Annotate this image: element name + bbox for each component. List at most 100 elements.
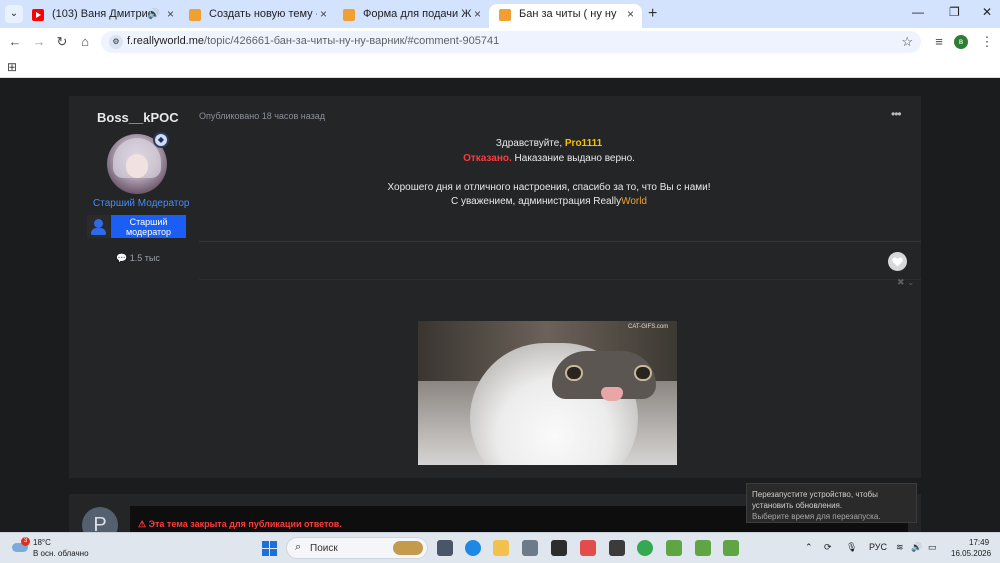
wifi-icon[interactable]: ≋ <box>896 542 904 553</box>
forum-page: Boss__kPOC ◆ Старший Модератор Старший м… <box>0 78 1000 532</box>
wish-line: Хорошего дня и отличного настроения, спа… <box>387 181 711 193</box>
volume-icon[interactable]: 🔊 <box>911 542 922 553</box>
reply-avatar[interactable]: P <box>82 507 118 532</box>
signature-world: World <box>621 196 647 207</box>
chrome-icon[interactable] <box>637 540 653 556</box>
edge-icon[interactable] <box>465 540 481 556</box>
tab-ban-topic[interactable]: Бан за читы ( ну ну + варник ) × <box>489 4 642 28</box>
clock-time[interactable]: 17:49 <box>969 538 989 547</box>
tab-create-topic[interactable]: Создать новую тему - ReallyW × <box>179 4 335 28</box>
reputation-value: 1.5 тыс <box>129 253 160 263</box>
tab-title: Бан за читы ( ну ну + варник ) <box>519 8 619 20</box>
verdict-text: Наказание выдано верно. <box>511 152 635 164</box>
search-icon: ⌕ <box>295 541 302 553</box>
post-menu-icon[interactable]: ••• <box>891 107 902 121</box>
url-text[interactable]: f.reallyworld.me/topic/426661-бан-за-чит… <box>127 35 499 47</box>
like-button[interactable] <box>888 252 907 271</box>
window-close-icon[interactable]: ✕ <box>982 5 992 19</box>
search-highlight-image <box>393 541 423 555</box>
home-icon[interactable]: ⌂ <box>76 33 94 51</box>
windows-start-icon[interactable] <box>262 541 277 556</box>
greeting-line: Здравствуйте, Pro1111 <box>199 137 899 152</box>
new-tab-plus-icon[interactable]: + <box>648 5 657 23</box>
tray-chevron-icon[interactable]: ⌃ <box>805 542 813 553</box>
weather-temperature[interactable]: 18°C <box>33 538 51 547</box>
greeting-text: Здравствуйте, <box>495 138 565 149</box>
clock-date[interactable]: 16.05.2026 <box>951 549 991 558</box>
input-language[interactable]: РУС <box>869 542 887 552</box>
task-view-icon[interactable] <box>437 540 453 556</box>
address-bar[interactable]: ⚙ f.reallyworld.me/topic/426661-бан-за-ч… <box>101 31 921 53</box>
profile-avatar[interactable]: в <box>954 35 968 49</box>
comment-icon: 💬 <box>116 253 128 263</box>
warning-icon: ⚠ <box>138 519 147 529</box>
tab-close-icon[interactable]: × <box>167 4 174 25</box>
update-tray-icon[interactable]: ⟳ <box>824 542 832 553</box>
locked-message: Эта тема закрыта для публикации ответов. <box>148 519 342 529</box>
minecraft-icon[interactable] <box>695 540 711 556</box>
cat-eye-left <box>565 365 583 381</box>
taskbar-search[interactable]: ⌕ Поиск <box>286 537 428 559</box>
weather-badge: 3 <box>21 537 30 546</box>
browser-toolbar: ← → ↻ ⌂ ⚙ f.reallyworld.me/topic/426661-… <box>0 28 1000 56</box>
bookmark-star-icon[interactable]: ☆ <box>901 34 913 50</box>
group-label-line2: модератор <box>125 227 172 237</box>
tab-search-chevron-icon[interactable]: ⌄ <box>5 5 23 23</box>
cat-nose <box>601 387 623 401</box>
signature-line: С уважением, администрация ReallyWorld <box>199 195 899 210</box>
notification-line1: Перезапустите устройство, чтобы установи… <box>752 490 878 510</box>
mentioned-user: Pro1111 <box>564 138 603 149</box>
store-icon[interactable] <box>522 540 538 556</box>
url-host: f.reallyworld.me <box>127 35 205 47</box>
tab-close-icon[interactable]: × <box>474 4 481 25</box>
kebab-menu-icon[interactable]: ⋮ <box>978 33 996 51</box>
browser-tab-strip: ⌄ (103) Ваня Дмитриенко - В 🔊 × Создать … <box>0 0 1000 28</box>
multiquote-icon[interactable]: ✖ ⌄ <box>897 277 915 288</box>
media-controls-icon[interactable]: ≡ <box>930 33 948 51</box>
apps-grid-icon[interactable]: ⊞ <box>7 60 17 74</box>
locked-text: ⚠ Эта тема закрыта для публикации ответо… <box>138 519 342 530</box>
search-label: Поиск <box>310 543 338 554</box>
cat-gif-image: CAT-GIFS.com <box>418 321 677 465</box>
verdict-line: Отказано. Наказание выдано верно. <box>199 152 899 167</box>
notification-line2[interactable]: Выберите время для перезапуска. <box>752 511 911 522</box>
minimize-icon[interactable]: — <box>912 5 924 19</box>
author-role: Старший Модератор <box>93 198 190 209</box>
file-explorer-icon[interactable] <box>493 540 509 556</box>
tab-close-icon[interactable]: × <box>320 4 327 25</box>
minecraft-icon[interactable] <box>666 540 682 556</box>
tab-close-icon[interactable]: × <box>627 4 634 25</box>
restore-icon[interactable]: ❐ <box>949 5 960 19</box>
microphone-icon[interactable]: 🎙 <box>846 542 857 553</box>
back-arrow-icon[interactable]: ← <box>6 33 24 51</box>
published-time[interactable]: Опубликовано 18 часов назад <box>199 111 325 121</box>
url-path: /topic/426661-бан-за-читы-ну-ну-варник/#… <box>204 35 500 47</box>
tab-title: Форма для подачи Жалобы н <box>363 8 471 20</box>
cat-eye-right <box>634 365 652 381</box>
update-notification[interactable]: Перезапустите устройство, чтобы установи… <box>746 483 917 523</box>
bookmarks-bar: ⊞ <box>0 56 1000 78</box>
terminal-icon[interactable] <box>551 540 567 556</box>
forward-arrow-icon[interactable]: → <box>30 33 48 51</box>
group-label: Старший модератор <box>111 215 186 238</box>
cat-head <box>470 343 656 465</box>
weather-condition[interactable]: В осн. облачно <box>33 549 89 558</box>
tab-youtube[interactable]: (103) Ваня Дмитриенко - В 🔊 × <box>22 4 182 28</box>
weather-cloud-icon[interactable]: 3 <box>12 537 30 553</box>
app-icon[interactable] <box>609 540 625 556</box>
group-label-line1: Старший <box>129 217 168 227</box>
reload-icon[interactable]: ↻ <box>53 33 71 51</box>
heart-icon <box>892 257 903 267</box>
reallyworld-icon <box>343 9 355 21</box>
battery-icon[interactable]: ▭ <box>928 542 937 553</box>
tab-title: (103) Ваня Дмитриенко - В <box>52 8 152 20</box>
cloud-app-icon[interactable] <box>580 540 596 556</box>
tab-title: Создать новую тему - ReallyW <box>209 8 317 20</box>
minecraft-icon[interactable] <box>723 540 739 556</box>
post-card: Boss__kPOC ◆ Старший Модератор Старший м… <box>69 96 921 478</box>
author-name[interactable]: Boss__kPOC <box>97 110 179 125</box>
speaker-icon[interactable]: 🔊 <box>148 4 160 25</box>
site-info-icon[interactable]: ⚙ <box>109 35 123 49</box>
tab-complaint-form[interactable]: Форма для подачи Жалобы н × <box>333 4 489 28</box>
divider <box>199 279 921 280</box>
